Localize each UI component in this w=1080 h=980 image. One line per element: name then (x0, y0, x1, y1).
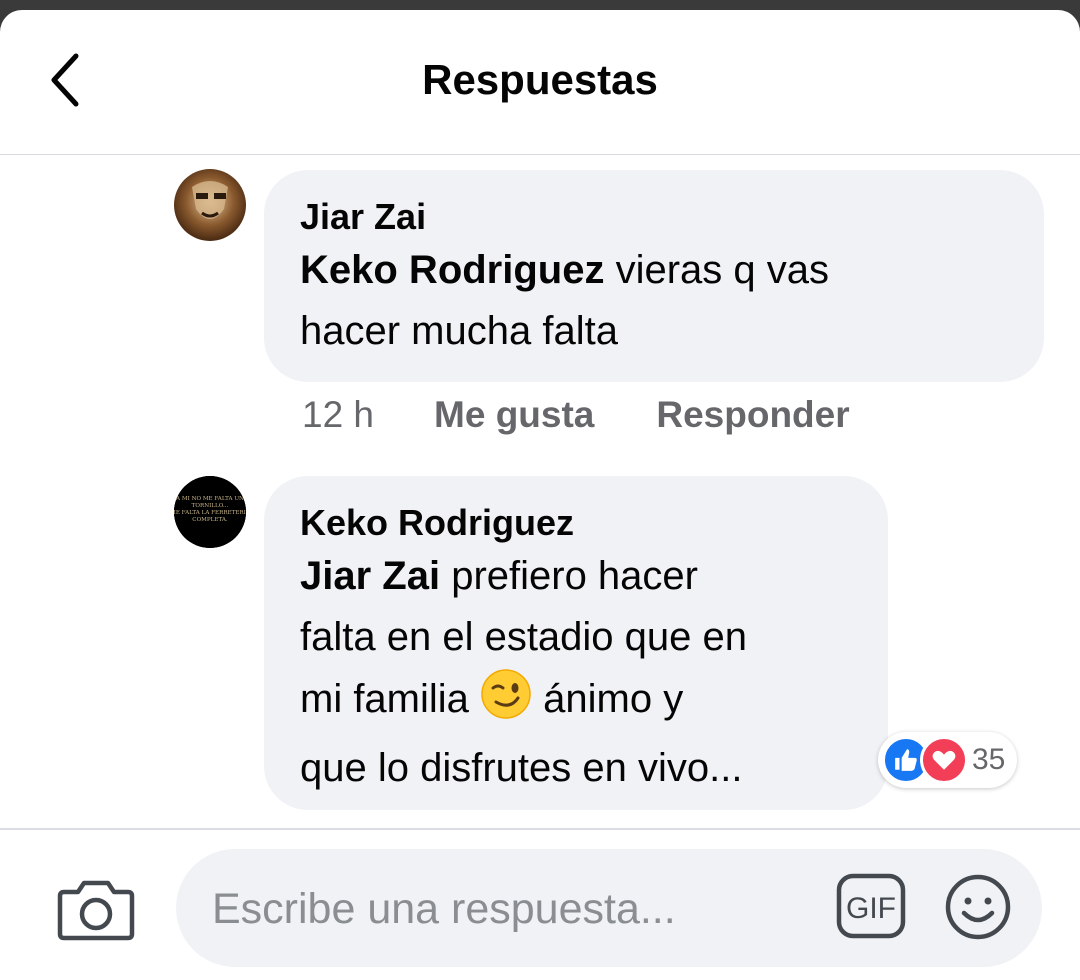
comment-text: Jiar Zai prefiero hacer falta en el esta… (300, 546, 852, 799)
replies-sheet: Respuestas Jiar Zai Keko Rodriguez viera… (0, 10, 1080, 980)
reply-input[interactable]: Escribe una respuesta... GIF (176, 849, 1042, 967)
comment-text-part: hacer mucha falta (300, 309, 618, 353)
mention-link[interactable]: Keko Rodriguez (300, 248, 604, 292)
header: Respuestas (0, 10, 1080, 155)
svg-text:ME FALTA LA FERRETERIA: ME FALTA LA FERRETERIA (174, 510, 246, 516)
comment-actions: 12 h Me gusta Responder (302, 390, 850, 440)
reactions-summary[interactable]: 35 (878, 732, 1018, 788)
comment-bubble[interactable]: Keko Rodriguez Jiar Zai prefiero hacer f… (264, 476, 888, 810)
svg-text:COMPLETA.: COMPLETA. (192, 517, 228, 523)
mention-link[interactable]: Jiar Zai (300, 554, 440, 598)
comment-text-part: prefiero hacer (440, 554, 698, 598)
comment-text-part: falta en el estadio que en (300, 615, 748, 659)
reply-button[interactable]: Responder (656, 394, 849, 436)
reply-input-placeholder: Escribe una respuesta... (212, 885, 676, 933)
emoji-button[interactable] (944, 873, 1012, 941)
gif-label: GIF (846, 892, 896, 925)
reply-composer: Escribe una respuesta... GIF (0, 828, 1080, 980)
comment-text-part: mi familia (300, 677, 481, 721)
svg-text:TORNILLO...: TORNILLO... (192, 503, 229, 509)
avatar-keko-rodriguez[interactable]: A MI NO ME FALTA UN TORNILLO... ME FALTA… (174, 476, 246, 548)
comment-text-part: que lo disfrutes en vivo... (300, 746, 743, 790)
reactions-count: 35 (972, 743, 1006, 776)
svg-text:A MI NO ME FALTA UN: A MI NO ME FALTA UN (175, 496, 244, 502)
love-icon (920, 736, 968, 784)
winking-face-icon (480, 668, 532, 738)
comment-time[interactable]: 12 h (302, 394, 374, 436)
comment-text-part: ánimo y (532, 677, 684, 721)
comment-author[interactable]: Keko Rodriguez (300, 500, 852, 546)
camera-icon (57, 880, 135, 941)
comment-bubble[interactable]: Jiar Zai Keko Rodriguez vieras q vas hac… (264, 170, 1044, 382)
like-button[interactable]: Me gusta (434, 394, 594, 436)
avatar-jiar-zai[interactable] (174, 169, 246, 241)
camera-button[interactable] (56, 874, 136, 944)
gif-button[interactable]: GIF (836, 873, 906, 939)
comment-author[interactable]: Jiar Zai (300, 194, 1008, 240)
page-title: Respuestas (422, 56, 658, 103)
smiley-icon (945, 874, 1011, 940)
comment-text: Keko Rodriguez vieras q vas hacer mucha … (300, 240, 1008, 362)
comment-text-part: vieras q vas (604, 248, 830, 292)
